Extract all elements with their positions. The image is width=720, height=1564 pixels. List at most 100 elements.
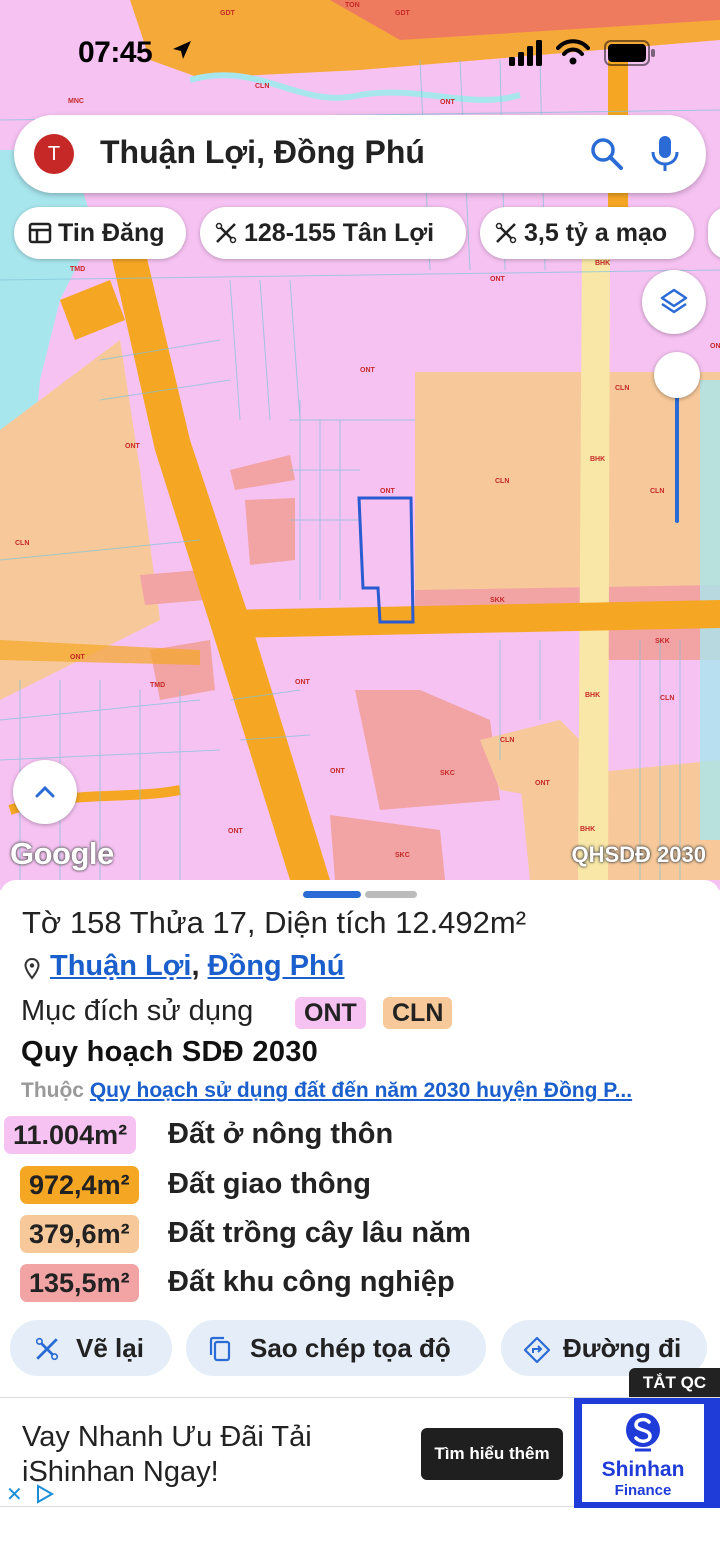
svg-text:CLN: CLN bbox=[615, 385, 629, 392]
location-arrow-icon bbox=[173, 41, 191, 59]
svg-text:ONT: ONT bbox=[380, 488, 396, 495]
svg-text:CLN: CLN bbox=[500, 737, 514, 744]
svg-text:BHK: BHK bbox=[580, 826, 595, 833]
wifi-icon bbox=[556, 39, 590, 65]
svg-text:CLN: CLN bbox=[650, 488, 664, 495]
svg-text:TMD: TMD bbox=[150, 682, 165, 689]
close-ad-button[interactable]: TẮT QC bbox=[629, 1368, 720, 1397]
svg-text:ONT: ONT bbox=[710, 343, 720, 350]
area-row: 972,4m² Đất giao thông bbox=[0, 1166, 720, 1206]
svg-text:ONT: ONT bbox=[360, 367, 376, 374]
svg-text:ONT: ONT bbox=[70, 654, 86, 661]
layers-button[interactable] bbox=[642, 270, 706, 334]
search-query[interactable]: Thuận Lợi, Đồng Phú bbox=[100, 134, 425, 171]
svg-text:SKC: SKC bbox=[395, 852, 410, 859]
parcel-title: Tờ 158 Thửa 17, Diện tích 12.492m² bbox=[22, 905, 527, 940]
search-icon[interactable] bbox=[590, 137, 624, 171]
signal-icon bbox=[509, 40, 542, 66]
svg-text:TON: TON bbox=[345, 2, 360, 9]
chip-saved-area-2[interactable]: 3,5 tỷ a mạo bbox=[480, 207, 694, 259]
ad-close-icon[interactable]: ✕ bbox=[6, 1482, 23, 1507]
area-value: 135,5m² bbox=[20, 1264, 139, 1302]
svg-text:SKK: SKK bbox=[655, 638, 670, 645]
svg-text:ONT: ONT bbox=[490, 276, 506, 283]
svg-text:ONT: ONT bbox=[440, 99, 456, 106]
svg-text:CLN: CLN bbox=[660, 695, 674, 702]
chip-listings-label: Tin Đăng bbox=[58, 219, 165, 247]
copy-coordinates-label: Sao chép tọa độ bbox=[250, 1333, 451, 1363]
ad-banner[interactable]: Vay Nhanh Ưu Đãi Tải iShinhan Ngay! Tìm … bbox=[0, 1397, 720, 1508]
map-pin-icon bbox=[24, 958, 40, 980]
ruler-icon bbox=[215, 222, 237, 244]
plan-source: Thuộc Quy hoạch sử dụng đất đến năm 2030… bbox=[21, 1079, 720, 1103]
svg-text:GDT: GDT bbox=[395, 10, 411, 17]
area-value: 972,4m² bbox=[20, 1166, 139, 1204]
chip-saved-area-1[interactable]: 128-155 Tân Lợi bbox=[200, 207, 466, 259]
purpose-label: Mục đích sử dụng bbox=[21, 995, 254, 1027]
svg-text:ONT: ONT bbox=[125, 443, 141, 450]
sheet-handle[interactable] bbox=[365, 891, 417, 898]
layers-icon bbox=[660, 288, 688, 314]
svg-text:CLN: CLN bbox=[15, 540, 29, 547]
microphone-icon[interactable] bbox=[650, 135, 680, 173]
area-value: 11.004m² bbox=[4, 1116, 137, 1154]
directions-icon bbox=[523, 1336, 551, 1364]
layer-label: QHSDĐ 2030 bbox=[571, 842, 706, 867]
area-name: Đất giao thông bbox=[168, 1168, 371, 1200]
chip-listings[interactable]: Tin Đăng bbox=[14, 207, 186, 259]
listing-icon bbox=[28, 222, 52, 244]
search-bar[interactable]: T Thuận Lợi, Đồng Phú bbox=[14, 115, 706, 193]
area-value: 379,6m² bbox=[20, 1215, 139, 1253]
area-name: Đất ở nông thôn bbox=[168, 1118, 394, 1150]
district-link[interactable]: Đồng Phú bbox=[208, 950, 345, 982]
clock: 07:45 bbox=[78, 36, 153, 69]
svg-text:BHK: BHK bbox=[590, 456, 605, 463]
ad-headline: Vay Nhanh Ưu Đãi Tải iShinhan Ngay! bbox=[22, 1421, 312, 1488]
redraw-icon bbox=[35, 1337, 59, 1361]
plan-source-link[interactable]: Quy hoạch sử dụng đất đến năm 2030 huyện… bbox=[90, 1079, 632, 1102]
parcel-info-sheet: Tờ 158 Thửa 17, Diện tích 12.492m² Thuận… bbox=[0, 880, 720, 1400]
chevron-up-icon bbox=[35, 785, 55, 798]
svg-text:ONT: ONT bbox=[295, 679, 311, 686]
copy-coordinates-button[interactable]: Sao chép tọa độ bbox=[186, 1320, 486, 1376]
area-name: Đất khu công nghiệp bbox=[168, 1266, 455, 1298]
svg-text:CLN: CLN bbox=[255, 83, 269, 90]
ad-brand-logo: Shinhan Finance bbox=[574, 1398, 720, 1508]
location-separator: , bbox=[191, 950, 200, 982]
map-view[interactable]: ONTCLNCLN SKKONTONT ONTCLNONT TMDONTSKC … bbox=[0, 0, 720, 890]
location-line: Thuận Lợi, Đồng Phú bbox=[50, 950, 344, 983]
google-logo: Google bbox=[10, 836, 114, 871]
ad-cta-button[interactable]: Tìm hiểu thêm bbox=[421, 1428, 563, 1480]
area-row: 135,5m² Đất khu công nghiệp bbox=[0, 1264, 720, 1304]
sheet-handle-active[interactable] bbox=[303, 891, 361, 898]
shinhan-logo-icon bbox=[626, 1413, 660, 1452]
chip-saved-area-2-label: 3,5 tỷ a mạo bbox=[524, 219, 668, 247]
redraw-label: Vẽ lại bbox=[76, 1333, 144, 1363]
plan-source-prefix: Thuộc bbox=[21, 1079, 84, 1102]
area-row: 11.004m² Đất ở nông thôn bbox=[0, 1116, 720, 1156]
plan-title: Quy hoạch SDĐ 2030 bbox=[21, 1036, 319, 1068]
svg-text:GDT: GDT bbox=[220, 10, 236, 17]
svg-text:CLN: CLN bbox=[495, 478, 509, 485]
svg-text:ONT: ONT bbox=[330, 768, 346, 775]
filter-chips: Tin Đăng 128-155 Tân Lợi 3,5 tỷ a mạo bbox=[0, 207, 720, 259]
opacity-slider-handle[interactable] bbox=[654, 352, 700, 398]
svg-text:BHK: BHK bbox=[585, 692, 600, 699]
status-bar: 07:45 bbox=[0, 30, 720, 80]
svg-text:MNC: MNC bbox=[68, 98, 84, 105]
avatar[interactable]: T bbox=[34, 134, 74, 174]
purpose-tag-ont: ONT bbox=[295, 997, 366, 1029]
chip-more[interactable] bbox=[708, 207, 720, 259]
adchoices-icon[interactable] bbox=[34, 1484, 54, 1504]
ad-brand-name: Shinhan bbox=[601, 1458, 685, 1481]
svg-text:BHK: BHK bbox=[595, 260, 610, 267]
area-name: Đất trồng cây lâu năm bbox=[168, 1217, 471, 1249]
battery-icon bbox=[604, 40, 655, 66]
opacity-slider-track[interactable] bbox=[675, 395, 679, 523]
chip-saved-area-1-label: 128-155 Tân Lợi bbox=[244, 219, 435, 247]
redraw-button[interactable]: Vẽ lại bbox=[10, 1320, 172, 1376]
commune-link[interactable]: Thuận Lợi bbox=[50, 950, 191, 982]
svg-text:ONT: ONT bbox=[228, 828, 244, 835]
svg-text:SKC: SKC bbox=[440, 770, 455, 777]
expand-up-button[interactable] bbox=[13, 760, 77, 824]
